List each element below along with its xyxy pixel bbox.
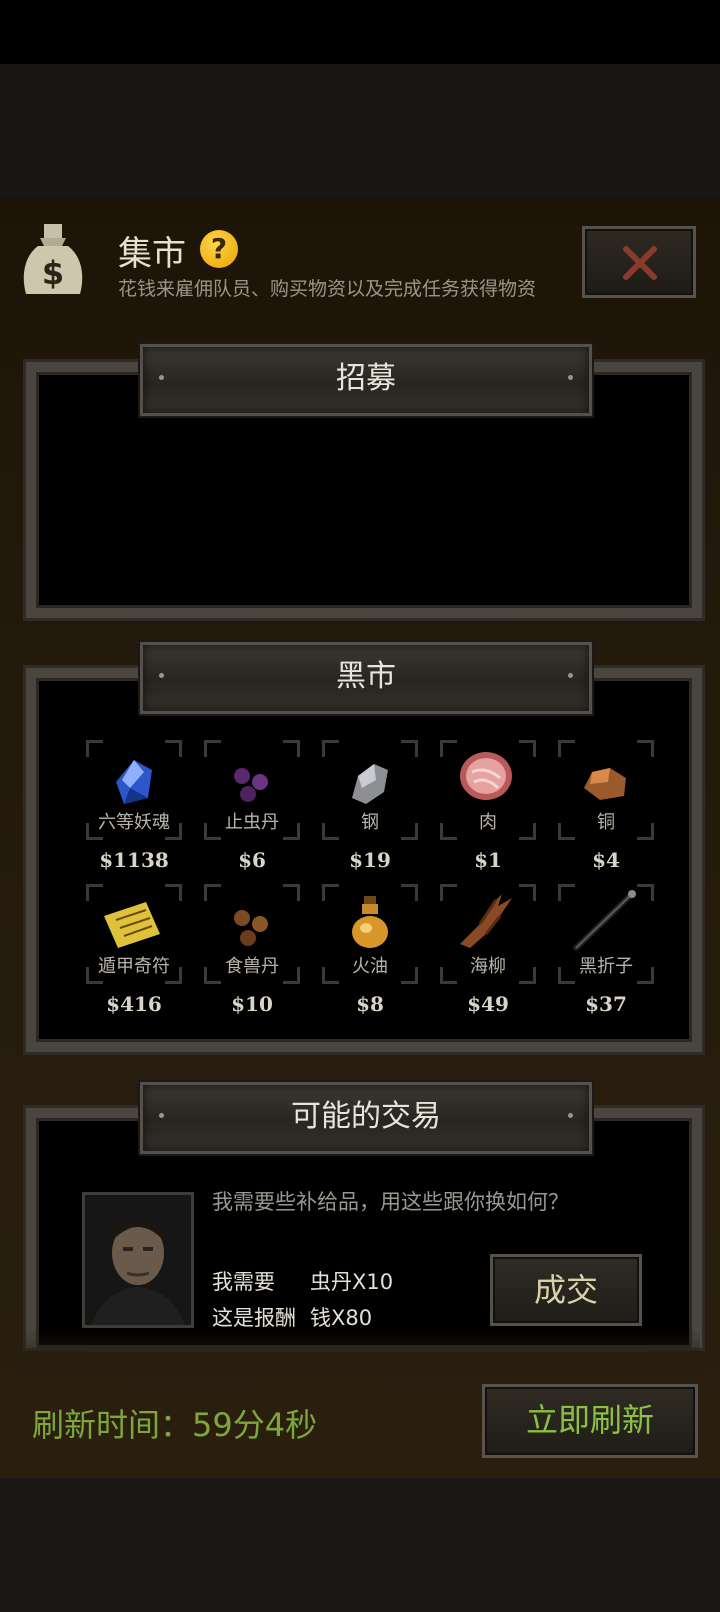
item-name: 肉: [479, 812, 497, 833]
deal-button[interactable]: 成交: [490, 1254, 642, 1326]
item-price: $49: [467, 992, 509, 1016]
market-item-fire-oil[interactable]: 火油: [322, 884, 418, 984]
banner-rivet: [159, 1113, 164, 1118]
recruit-title: 招募: [336, 361, 396, 396]
close-button[interactable]: [582, 226, 696, 298]
status-bar: [0, 0, 720, 64]
item-name: 黑折子: [579, 956, 633, 977]
item-price: $37: [585, 992, 627, 1016]
brown-pills-icon: [234, 910, 268, 946]
market-item-steel[interactable]: 钢: [322, 740, 418, 840]
market-item-soul[interactable]: 六等妖魂: [86, 740, 182, 840]
item-price: $4: [592, 848, 620, 872]
item-name: 火油: [352, 956, 388, 977]
need-item: 虫丹X10: [310, 1270, 394, 1294]
banner-rivet: [568, 1113, 573, 1118]
page-title: 集市: [118, 234, 186, 274]
black-stick-icon: [573, 890, 636, 951]
market-item-sea-willow[interactable]: 海柳: [440, 884, 536, 984]
market-item-meat[interactable]: 肉: [440, 740, 536, 840]
svg-text:$: $: [42, 254, 64, 292]
blue-crystal-icon: [116, 760, 152, 804]
money-bag-icon: $: [23, 224, 83, 294]
market-item-anti-worm-pill[interactable]: 止虫丹: [204, 740, 300, 840]
need-label: 我需要: [212, 1270, 275, 1294]
trader-portrait: [82, 1192, 194, 1328]
trades-title: 可能的交易: [291, 1099, 441, 1134]
item-price: $6: [238, 848, 266, 872]
black-market-banner: 黑市: [140, 642, 592, 714]
trade-request-text: 我需要些补给品，用这些跟你换如何？: [212, 1190, 569, 1214]
item-price: $1138: [99, 848, 169, 872]
refresh-timer: 刷新时间：59分4秒: [32, 1406, 318, 1444]
steel-ore-icon: [352, 764, 388, 804]
trader-face-icon: [85, 1195, 191, 1325]
reward-item: 钱X80: [310, 1306, 373, 1330]
meat-icon: [460, 752, 512, 800]
item-name: 海柳: [470, 956, 506, 977]
oil-flask-icon: [352, 896, 388, 948]
black-market-title: 黑市: [336, 659, 396, 694]
item-name: 六等妖魂: [98, 812, 170, 833]
item-price: $8: [356, 992, 384, 1016]
close-icon: [623, 246, 657, 280]
talisman-icon: [104, 902, 160, 948]
trades-banner: 可能的交易: [140, 1082, 592, 1154]
market-item-beast-pill[interactable]: 食兽丹: [204, 884, 300, 984]
copper-ore-icon: [584, 768, 626, 800]
purple-pills-icon: [234, 768, 268, 802]
reward-label: 这是报酬: [212, 1306, 296, 1330]
item-price: $1: [474, 848, 502, 872]
recruit-banner: 招募: [140, 344, 592, 416]
item-name: 止虫丹: [225, 812, 279, 833]
item-name: 遁甲奇符: [98, 956, 170, 977]
banner-rivet: [568, 375, 573, 380]
market-item-black-stick[interactable]: 黑折子: [558, 884, 654, 984]
banner-rivet: [159, 673, 164, 678]
item-price: $19: [349, 848, 391, 872]
item-price: $416: [106, 992, 162, 1016]
market-item-talisman[interactable]: 遁甲奇符: [86, 884, 182, 984]
market-item-copper[interactable]: 铜: [558, 740, 654, 840]
bottom-area: [0, 1478, 720, 1612]
scroll-fade: [20, 1330, 700, 1374]
banner-rivet: [159, 375, 164, 380]
item-name: 钢: [361, 812, 379, 833]
page-subtitle: 花钱来雇佣队员、购买物资以及完成任务获得物资: [118, 278, 537, 300]
item-price: $10: [231, 992, 273, 1016]
banner-rivet: [568, 673, 573, 678]
item-name: 食兽丹: [225, 956, 279, 977]
refresh-now-button[interactable]: 立即刷新: [482, 1384, 698, 1458]
item-name: 铜: [597, 812, 615, 833]
driftwood-icon: [460, 894, 512, 948]
help-icon[interactable]: ?: [200, 230, 238, 268]
